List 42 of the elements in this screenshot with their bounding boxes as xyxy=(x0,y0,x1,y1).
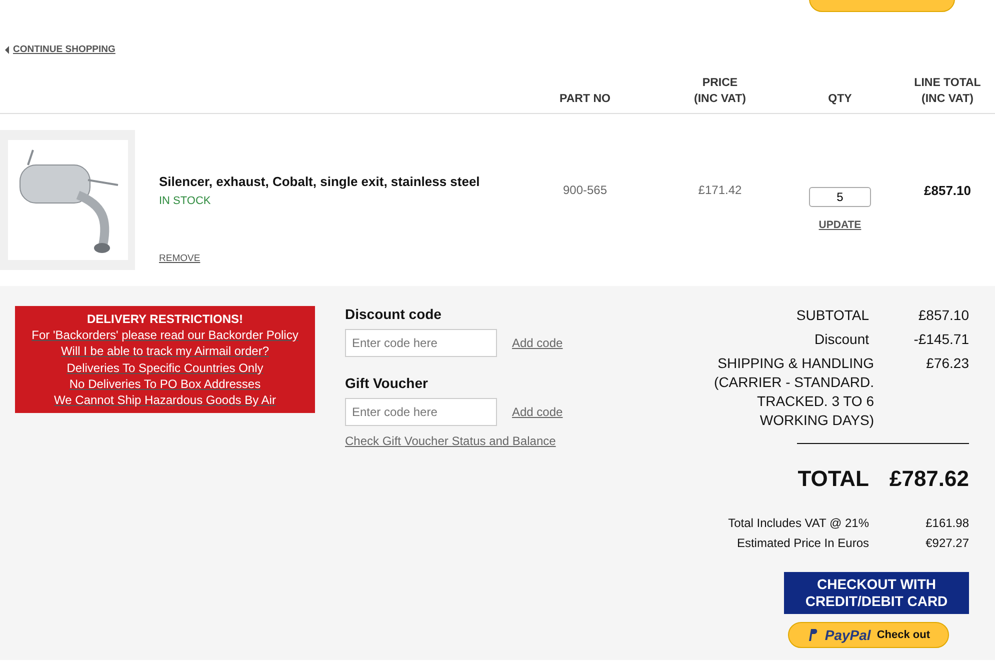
summary-value: £857.10 xyxy=(917,306,969,325)
add-code-link[interactable]: Add code xyxy=(512,405,563,419)
remove-link[interactable]: REMOVE xyxy=(159,253,200,264)
code-input-field[interactable]: Enter code here xyxy=(345,398,497,426)
checkout-card-button[interactable]: CHECKOUT WITH CREDIT/DEBIT CARD xyxy=(784,572,969,614)
column-header: QTY xyxy=(827,92,853,107)
summary-value: £161.98 xyxy=(924,515,969,532)
gift-voucher-balance-link[interactable]: Check Gift Voucher Status and Balance xyxy=(345,434,556,448)
code-input-field[interactable]: Enter code here xyxy=(345,329,497,357)
summary-value: £76.23 xyxy=(925,354,969,373)
summary-value: -£145.71 xyxy=(912,330,969,349)
summary-label: SHIPPING & HANDLING (CARRIER - STANDARD. TRACKED. 3 TO 6 WORKING DAYS) xyxy=(713,354,874,430)
total-value: £787.62 xyxy=(889,466,969,492)
column-header: PRICE (INC VAT) xyxy=(693,76,747,107)
restriction-link[interactable]: We Cannot Ship Hazardous Goods By Air xyxy=(54,392,276,408)
add-code-link[interactable]: Add code xyxy=(512,336,563,350)
restriction-link[interactable]: Will I be able to track my Airmail order? xyxy=(60,343,270,360)
paypal-checkout-button[interactable]: PayPal Check out xyxy=(788,622,949,648)
update-link[interactable]: UPDATE xyxy=(818,219,862,231)
product-name: Silencer, exhaust, Cobalt, single exit, stainless steel xyxy=(159,174,480,189)
paypal-logo-icon xyxy=(806,628,819,642)
unit-price: £171.42 xyxy=(697,183,743,197)
continue-shopping-link[interactable]: CONTINUE SHOPPING xyxy=(13,44,116,55)
caret-left-icon xyxy=(5,46,9,54)
total-label: TOTAL xyxy=(798,466,869,492)
restrictions-title: DELIVERY RESTRICTIONS! xyxy=(86,311,244,327)
stock-status: IN STOCK xyxy=(159,195,211,207)
restriction-link[interactable]: For 'Backorders' please read our Backorder Policy xyxy=(32,327,298,344)
quantity-field[interactable]: 5 xyxy=(809,187,871,207)
summary-label: Estimated Price In Euros xyxy=(736,535,869,552)
code-label: Gift Voucher xyxy=(345,375,429,391)
part-number: 900-565 xyxy=(562,183,608,197)
line-total: £857.10 xyxy=(923,182,972,198)
summary-label: Total Includes VAT @ 21% xyxy=(728,515,869,532)
restriction-link[interactable]: No Deliveries To PO Box Addresses xyxy=(69,376,261,392)
summary-value: €927.27 xyxy=(924,535,969,552)
summary-label: Discount xyxy=(814,330,869,349)
summary-label: SUBTOTAL xyxy=(796,306,869,325)
column-header: PART NO xyxy=(558,92,612,107)
column-header: LINE TOTAL (INC VAT) xyxy=(913,76,982,107)
restriction-link[interactable]: Deliveries To Specific Countries Only xyxy=(66,360,264,376)
code-label: Discount code xyxy=(345,306,442,322)
